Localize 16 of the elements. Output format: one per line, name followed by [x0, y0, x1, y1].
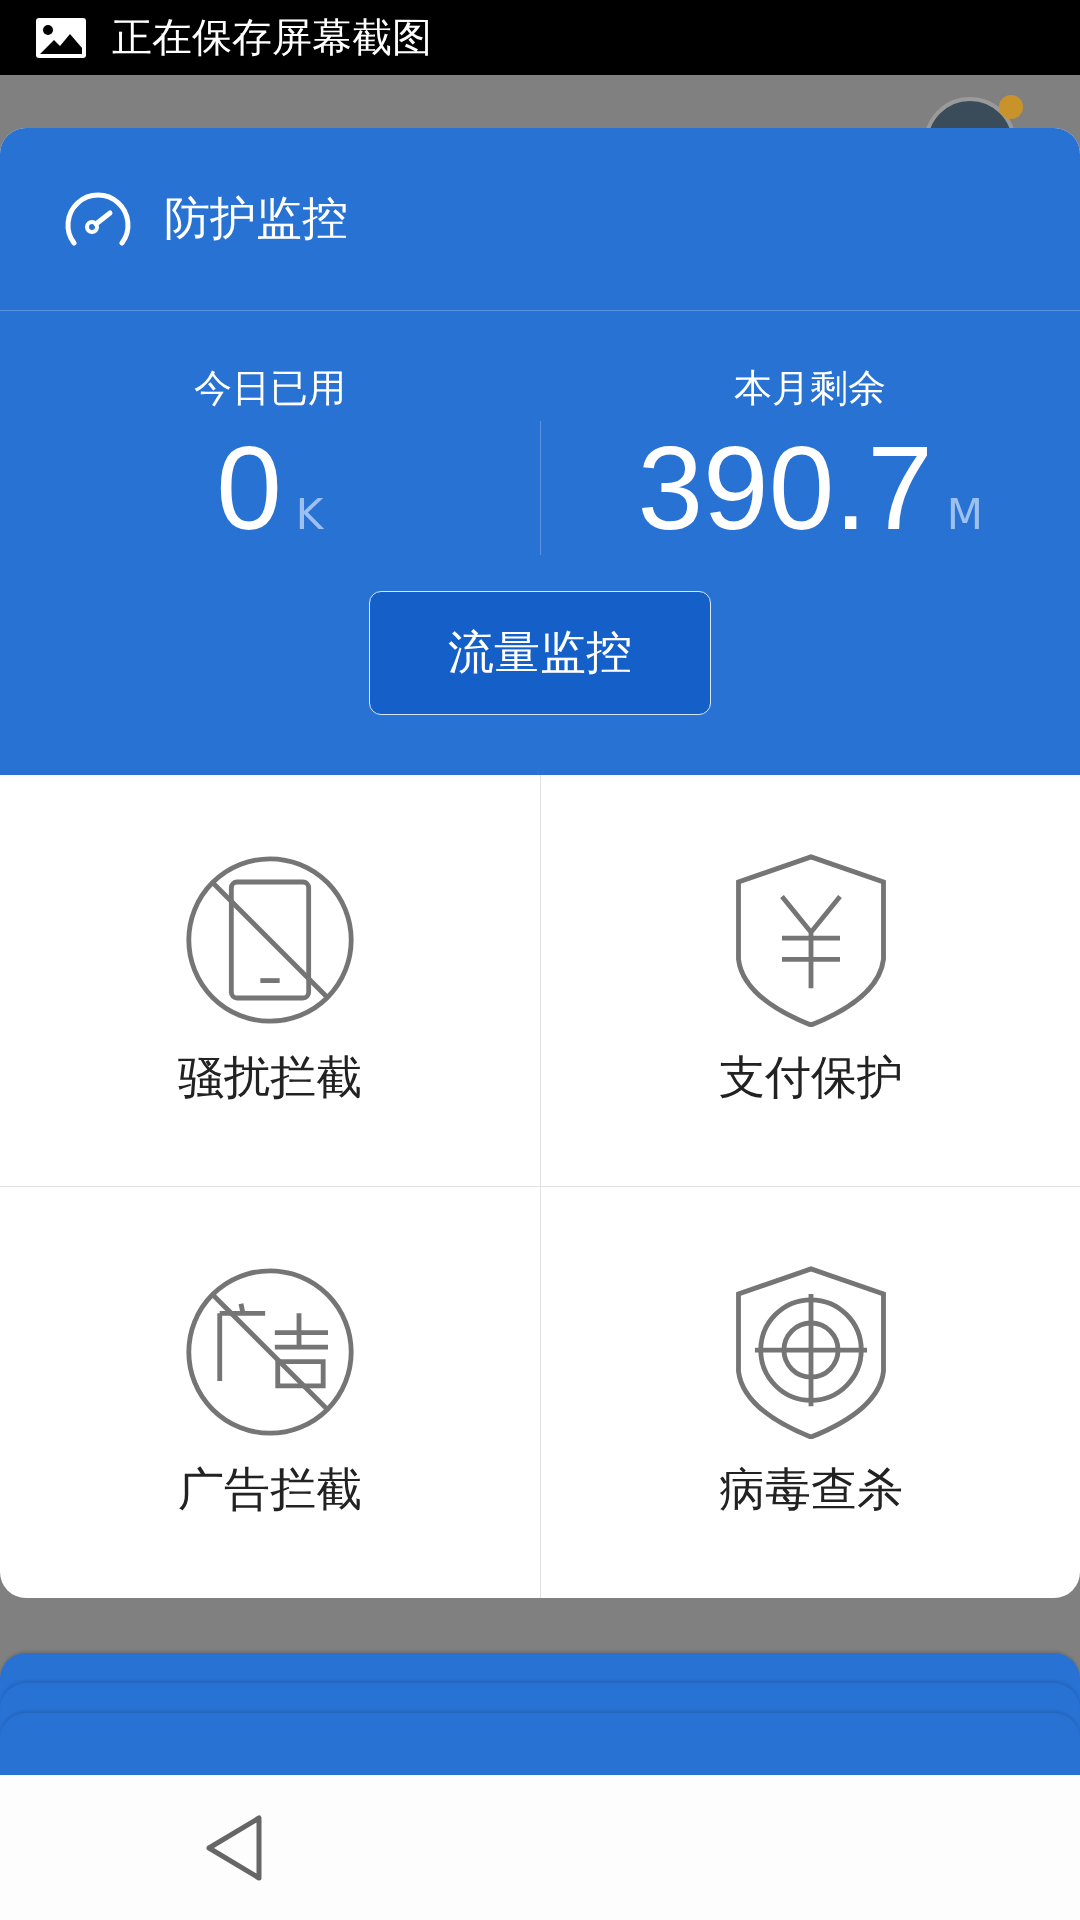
- stat-value: 0: [216, 423, 282, 554]
- stat-unit: M: [946, 489, 983, 539]
- feature-label[interactable]: 骚扰拦截: [178, 1046, 362, 1109]
- notification-text: 正在保存屏幕截图: [112, 13, 432, 62]
- image-icon: [36, 17, 86, 58]
- stat-value: 390.7: [637, 423, 933, 554]
- feature-label[interactable]: 病毒查杀: [718, 1458, 903, 1521]
- feature-label[interactable]: 支付保护: [718, 1046, 903, 1109]
- back-icon[interactable]: [205, 1813, 265, 1882]
- feature-label[interactable]: 广告拦截: [178, 1458, 362, 1521]
- stat-label: 今日已用: [193, 364, 346, 412]
- stat-label: 本月剩余: [734, 364, 887, 412]
- avatar[interactable]: [925, 93, 1025, 128]
- card-title: 防护监控: [164, 190, 348, 247]
- traffic-monitor-button[interactable]: 流量监控: [369, 591, 711, 715]
- stat-unit: K: [295, 489, 324, 539]
